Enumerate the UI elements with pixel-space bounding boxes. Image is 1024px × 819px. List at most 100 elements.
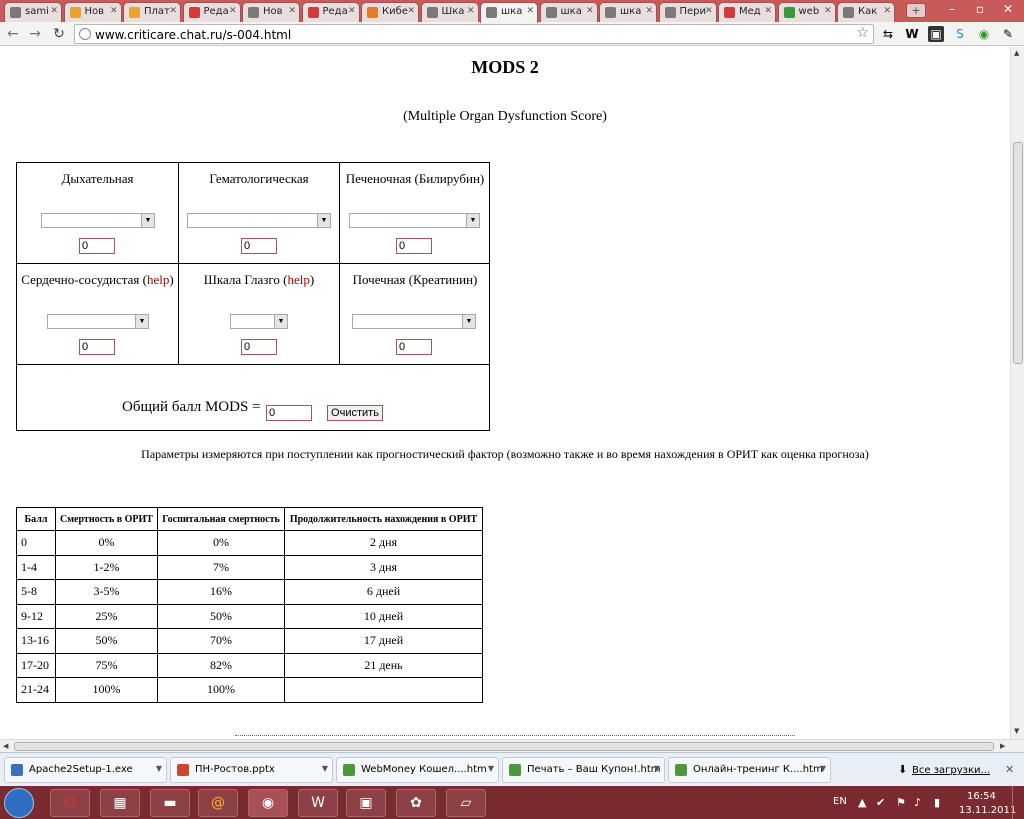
horizontal-scroll-thumb[interactable]	[14, 742, 994, 751]
wikipedia-icon[interactable]: W	[904, 26, 920, 42]
browser-tab[interactable]: Нов ✕	[242, 2, 300, 22]
download-item[interactable]: WebMoney Кошел....htm ▼	[336, 757, 499, 783]
tab-close-icon[interactable]: ✕	[645, 6, 653, 16]
tab-close-icon[interactable]: ✕	[586, 6, 594, 16]
browser-tab[interactable]: Кибе ✕	[361, 2, 419, 22]
new-tab-button[interactable]: +	[906, 3, 926, 18]
bookmark-star-icon[interactable]: ☆	[856, 25, 869, 41]
scroll-left-icon[interactable]: ◀	[3, 742, 8, 750]
language-indicator[interactable]: EN	[833, 796, 847, 807]
clock-date[interactable]: 13.11.2011	[959, 805, 1016, 816]
tab-close-icon[interactable]: ✕	[288, 6, 296, 16]
tab-close-icon[interactable]: ✕	[824, 6, 832, 16]
horizontal-scrollbar[interactable]: ◀ ▶	[0, 739, 1024, 752]
download-item[interactable]: Печать – Ваш Купон!.htm ▼	[502, 757, 665, 783]
browser-tab[interactable]: Пери ✕	[658, 2, 717, 22]
network-icon[interactable]: ▮	[934, 796, 940, 809]
download-item[interactable]: ПН-Ростов.pptx ▼	[170, 757, 333, 783]
all-downloads-link[interactable]: Все загрузки...	[912, 765, 990, 776]
paint-icon[interactable]: ✿	[396, 789, 436, 817]
respiratory-select[interactable]: ▼	[41, 213, 155, 228]
clock-time[interactable]: 16:54	[967, 791, 996, 802]
browser-tab[interactable]: Реда ✕	[301, 2, 360, 22]
browser-tab[interactable]: шка ✕	[480, 2, 538, 23]
tab-close-icon[interactable]: ✕	[110, 6, 118, 16]
browser-tab[interactable]: Как ✕	[837, 2, 895, 22]
browser-tab[interactable]: Плат ✕	[123, 2, 181, 22]
tab-close-icon[interactable]: ✕	[705, 6, 713, 16]
glasgow-select[interactable]: ▼	[230, 314, 288, 329]
maximize-icon[interactable]: ▫	[966, 0, 994, 20]
chevron-down-icon[interactable]: ▼	[156, 764, 162, 773]
forward-icon[interactable]: →	[26, 25, 44, 43]
chrome-icon[interactable]: ◉	[248, 789, 288, 817]
powerpoint-icon[interactable]: ▣	[346, 789, 386, 817]
mail-icon[interactable]: @	[198, 789, 238, 817]
glasgow-help-link[interactable]: help	[287, 272, 309, 287]
respiratory-score[interactable]: 0	[79, 238, 115, 254]
cardiovascular-select[interactable]: ▼	[47, 314, 149, 329]
tab-close-icon[interactable]: ✕	[348, 6, 356, 16]
tray-expand-icon[interactable]: ▲	[858, 796, 866, 809]
tab-close-icon[interactable]: ✕	[169, 6, 177, 16]
hepatic-score[interactable]: 0	[396, 238, 432, 254]
browser-tab[interactable]: шка ✕	[539, 2, 598, 22]
chevron-down-icon[interactable]: ▼	[322, 764, 328, 773]
total-score-field[interactable]: 0	[266, 405, 312, 421]
browser-tab[interactable]: sami ✕	[4, 2, 62, 22]
chevron-down-icon[interactable]: ▼	[820, 764, 826, 773]
minimize-icon[interactable]: –	[938, 0, 966, 20]
scroll-right-icon[interactable]: ▶	[1000, 742, 1005, 750]
wrench-icon[interactable]: ✎	[1000, 26, 1016, 42]
word-icon[interactable]: W	[298, 789, 338, 817]
tray-app-icon[interactable]: ✔	[876, 796, 885, 809]
browser-tab[interactable]: web ✕	[777, 2, 836, 22]
cardiovascular-help-link[interactable]: help	[147, 272, 169, 287]
skype-icon[interactable]: S	[952, 26, 968, 42]
folder-icon[interactable]: ▬	[150, 789, 190, 817]
hematologic-select[interactable]: ▼	[187, 213, 331, 228]
chevron-down-icon[interactable]: ▼	[488, 764, 494, 773]
scroll-down-icon[interactable]: ▼	[1014, 727, 1019, 735]
hematologic-score[interactable]: 0	[241, 238, 277, 254]
extension-icon[interactable]: ▣	[928, 26, 944, 42]
chevron-down-icon[interactable]: ▼	[654, 764, 660, 773]
browser-tab[interactable]: Реда ✕	[182, 2, 241, 22]
renal-select[interactable]: ▼	[352, 314, 476, 329]
download-item[interactable]: Онлайн-тренинг К....htm ▼	[668, 757, 831, 783]
opera-icon[interactable]: O	[50, 789, 90, 817]
extension-icon[interactable]: ◉	[976, 26, 992, 42]
window-close-icon[interactable]: ✕	[994, 0, 1022, 20]
browser-tab[interactable]: Шка ✕	[420, 2, 479, 22]
download-item[interactable]: Apache2Setup-1.exe ▼	[4, 757, 167, 783]
browser-tab[interactable]: Нов ✕	[63, 2, 122, 22]
notes-icon[interactable]: ▱	[446, 789, 486, 817]
flag-icon[interactable]: ⚑	[896, 796, 906, 809]
renal-score[interactable]: 0	[396, 339, 432, 355]
tab-close-icon[interactable]: ✕	[50, 6, 58, 16]
scroll-up-icon[interactable]: ▲	[1014, 49, 1019, 57]
close-icon[interactable]: ✕	[1005, 763, 1014, 776]
vertical-scroll-thumb[interactable]	[1013, 142, 1023, 364]
browser-tab[interactable]: Мед ✕	[718, 2, 776, 22]
back-icon[interactable]: ←	[4, 25, 22, 43]
tab-close-icon[interactable]: ✕	[526, 6, 534, 16]
url-text[interactable]: www.criticare.chat.ru/s-004.html	[95, 28, 291, 42]
cardiovascular-score[interactable]: 0	[79, 339, 115, 355]
reload-icon[interactable]: ↻	[50, 25, 68, 43]
tab-close-icon[interactable]: ✕	[883, 6, 891, 16]
tab-close-icon[interactable]: ✕	[764, 6, 772, 16]
show-desktop-button[interactable]	[1012, 786, 1024, 819]
start-button[interactable]	[4, 788, 34, 818]
tab-close-icon[interactable]: ✕	[467, 6, 475, 16]
browser-tab[interactable]: шка ✕	[599, 2, 657, 22]
glasgow-score[interactable]: 0	[241, 339, 277, 355]
calculator-icon[interactable]: ▦	[100, 789, 140, 817]
extension-icon[interactable]: ⇆	[880, 26, 896, 42]
hepatic-select[interactable]: ▼	[349, 213, 480, 228]
volume-icon[interactable]: ♪	[914, 796, 921, 809]
tab-close-icon[interactable]: ✕	[407, 6, 415, 16]
clear-button[interactable]: Очистить	[327, 405, 383, 421]
tab-close-icon[interactable]: ✕	[229, 6, 237, 16]
address-bar[interactable]: www.criticare.chat.ru/s-004.html ☆	[74, 24, 874, 44]
